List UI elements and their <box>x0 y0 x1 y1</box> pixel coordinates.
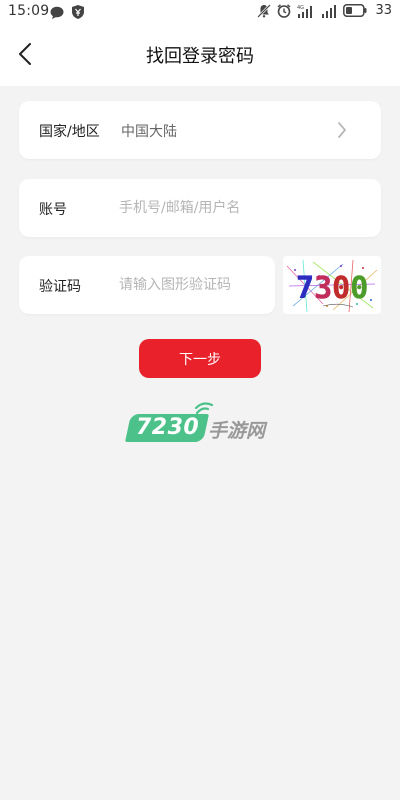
alarm-clock-icon <box>277 3 291 18</box>
captcha-digit-1: 7 <box>296 271 314 306</box>
status-time: 15:09 <box>8 3 50 19</box>
chat-notification-icon <box>50 6 64 19</box>
page-title: 找回登录密码 <box>146 46 254 67</box>
region-value: 中国大陆 <box>121 124 177 140</box>
status-bar: 15:09 4G 33 <box>0 0 400 24</box>
captcha-label: 验证码 <box>39 279 81 295</box>
account-label: 账号 <box>39 202 67 218</box>
captcha-digit-4: 0 <box>350 271 368 306</box>
network-type-label: 4G <box>297 5 304 11</box>
brand-logo: 7230 手游网 <box>125 402 274 444</box>
captcha-image[interactable]: 7300 <box>283 256 381 314</box>
battery-icon <box>343 4 367 17</box>
captcha-digit-3: 0 <box>332 271 350 306</box>
status-right-icons: 4G 33 <box>257 3 392 18</box>
wifi-signal-icon <box>194 402 214 415</box>
app-header: 找回登录密码 <box>0 24 400 86</box>
status-left-icons <box>50 5 84 19</box>
captcha-field-card: 验证码 <box>19 256 275 314</box>
shield-notification-icon <box>72 5 84 19</box>
next-step-button[interactable]: 下一步 <box>139 339 261 378</box>
account-input[interactable] <box>119 197 359 219</box>
cellular-signal-4g-icon: 4G <box>297 5 313 18</box>
captcha-digit-2: 3 <box>314 271 332 306</box>
battery-level: 33 <box>375 3 392 18</box>
captcha-digits: 7300 <box>296 271 368 306</box>
chevron-right-icon <box>338 122 346 138</box>
captcha-input[interactable] <box>119 274 269 296</box>
account-field-card: 账号 <box>19 179 381 237</box>
region-selector[interactable]: 国家/地区 中国大陆 <box>19 101 381 159</box>
cellular-signal-icon <box>322 4 337 18</box>
region-label: 国家/地区 <box>39 124 100 140</box>
brand-number: 7230 <box>136 415 200 440</box>
mute-bell-icon <box>257 3 272 18</box>
brand-name: 手游网 <box>208 420 266 442</box>
captcha-graphic: 7300 <box>283 256 381 314</box>
